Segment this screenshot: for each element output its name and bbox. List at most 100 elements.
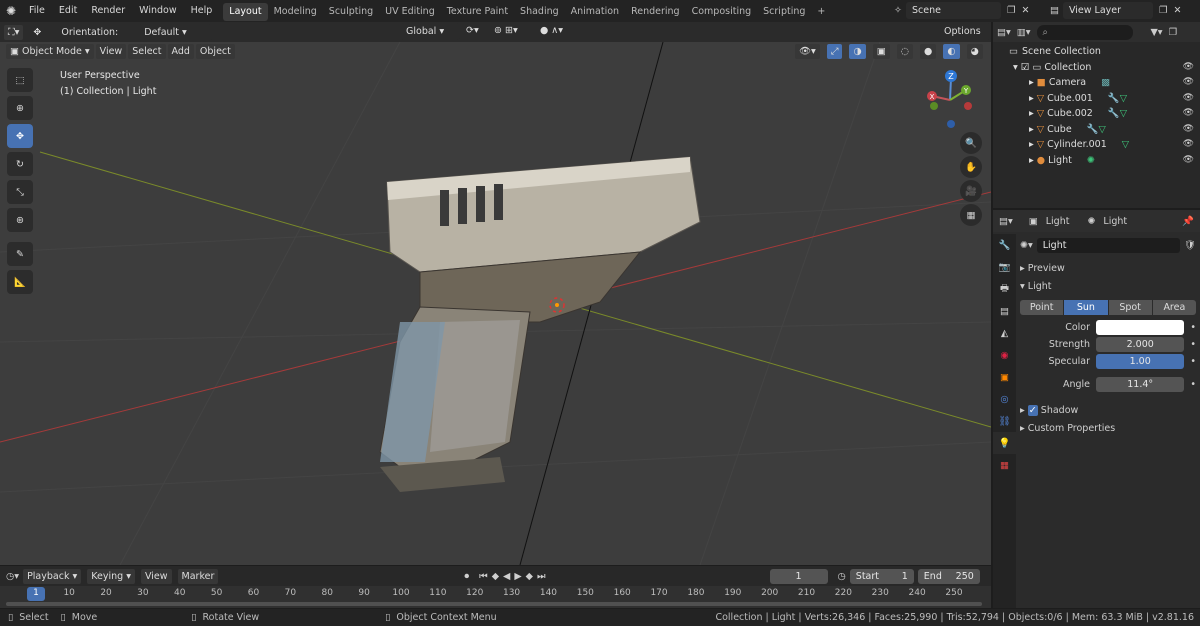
- rotate-tool[interactable]: ↻: [7, 152, 33, 176]
- tab-compositing[interactable]: Compositing: [686, 3, 758, 21]
- close-scene-icon[interactable]: ✕: [1022, 5, 1030, 16]
- tab-uv-editing[interactable]: UV Editing: [379, 3, 441, 21]
- menu-edit[interactable]: Edit: [52, 0, 84, 22]
- menu-timeline-view[interactable]: View: [140, 568, 172, 584]
- orientation-dropdown[interactable]: Default ▾: [138, 23, 213, 41]
- panel-shadow[interactable]: ▸ ✓ Shadow: [1020, 402, 1196, 420]
- properties-editor-icon[interactable]: ▤▾: [999, 216, 1013, 227]
- add-workspace-button[interactable]: +: [811, 3, 831, 21]
- tab-animation[interactable]: Animation: [565, 3, 625, 21]
- color-swatch[interactable]: [1096, 320, 1185, 335]
- shadow-checkbox-icon[interactable]: ✓: [1027, 405, 1038, 416]
- copy-view-layer-icon[interactable]: ❐: [1159, 5, 1168, 16]
- tab-constraints[interactable]: ⛓: [993, 410, 1016, 432]
- tab-sculpting[interactable]: Sculpting: [323, 3, 379, 21]
- overlay-toggle-icon[interactable]: ◑: [849, 44, 866, 59]
- play-reverse-button[interactable]: ◀: [503, 571, 510, 582]
- outliner-search[interactable]: ⌕: [1036, 24, 1133, 40]
- scale-tool[interactable]: ⤡: [7, 180, 33, 204]
- editor-type-icon[interactable]: ⛶▾: [4, 24, 24, 40]
- menu-playback[interactable]: Playback ▾: [23, 568, 82, 584]
- camera-view-button[interactable]: 🎥: [960, 180, 982, 202]
- outliner-item-cube-001[interactable]: ▸ ▽ Cube.001 🔧▽ 👁: [993, 91, 1200, 107]
- keyframe-dot-icon[interactable]: •: [1190, 322, 1196, 333]
- light-type-icon[interactable]: ✺▾: [1020, 240, 1033, 251]
- copy-scene-icon[interactable]: ❐: [1007, 5, 1016, 16]
- light-type-point[interactable]: Point: [1020, 300, 1064, 315]
- visibility-icon[interactable]: 👁▾: [795, 44, 820, 59]
- eye-icon[interactable]: 👁: [1183, 91, 1194, 107]
- scene-field[interactable]: Scene: [905, 2, 1001, 19]
- tab-tool[interactable]: 🔧: [993, 234, 1016, 256]
- panel-custom-properties[interactable]: ▸ Custom Properties: [1020, 420, 1196, 438]
- tab-scene[interactable]: ◭: [993, 322, 1016, 344]
- cursor-tool[interactable]: ⊕: [7, 96, 33, 120]
- tab-shading[interactable]: Shading: [514, 3, 565, 21]
- blender-logo-icon[interactable]: ✺: [0, 4, 22, 18]
- light-type-spot[interactable]: Spot: [1108, 300, 1152, 315]
- collection-checkbox-icon[interactable]: ☑: [1021, 62, 1030, 73]
- tab-view-layer[interactable]: ▤: [993, 300, 1016, 322]
- zoom-view-button[interactable]: 🔍: [960, 132, 982, 154]
- view-layer-selector[interactable]: ▤ View Layer ❐ ✕: [1050, 2, 1181, 19]
- snap-icon[interactable]: ⊚ ⊞▾: [494, 25, 518, 36]
- scene-collection-row[interactable]: ▭ Scene Collection: [993, 44, 1200, 60]
- current-frame-field[interactable]: 1: [769, 568, 828, 584]
- keyframe-dot-icon[interactable]: •: [1190, 339, 1196, 350]
- tab-object[interactable]: ▣: [993, 366, 1016, 388]
- jump-end-button[interactable]: ⏭: [537, 571, 546, 582]
- transform-tool[interactable]: ⊛: [7, 208, 33, 232]
- menu-window[interactable]: Window: [132, 0, 183, 22]
- outliner-item-cube[interactable]: ▸ ▽ Cube 🔧▽ 👁: [993, 122, 1200, 138]
- shading-wireframe-icon[interactable]: ◌: [896, 44, 914, 59]
- end-frame-field[interactable]: End 250: [917, 568, 980, 584]
- pistol-model[interactable]: [379, 156, 701, 492]
- pivot-icon[interactable]: ⟳▾: [466, 25, 479, 36]
- transform-orientation-dropdown[interactable]: Global ▾: [400, 23, 460, 40]
- angle-field[interactable]: 11.4°: [1096, 377, 1185, 392]
- outliner-item-cylinder-001[interactable]: ▸ ▽ Cylinder.001 ▽ 👁: [993, 137, 1200, 153]
- light-type-sun[interactable]: Sun: [1064, 300, 1108, 315]
- eye-icon[interactable]: 👁: [1183, 60, 1194, 76]
- mode-dropdown[interactable]: ▣ Object Mode ▾: [6, 44, 94, 59]
- menu-marker[interactable]: Marker: [177, 568, 219, 584]
- tab-texture-paint[interactable]: Texture Paint: [441, 3, 514, 21]
- keyframe-dot-icon[interactable]: •: [1190, 379, 1196, 390]
- gizmo-toggle-icon[interactable]: ⤢: [826, 44, 843, 59]
- menu-view[interactable]: View: [95, 44, 127, 59]
- tab-modeling[interactable]: Modeling: [268, 3, 323, 21]
- outliner-item-light[interactable]: ▸ ● Light ✺ 👁: [993, 153, 1200, 169]
- eye-icon[interactable]: 👁: [1183, 137, 1194, 153]
- navigation-gizmo[interactable]: Z Y X: [920, 68, 980, 128]
- view-layer-field[interactable]: View Layer: [1062, 2, 1153, 19]
- tab-object-data[interactable]: 💡: [993, 432, 1016, 454]
- gizmo-neg-y[interactable]: [930, 102, 938, 110]
- datablock-name-field[interactable]: Light: [1036, 237, 1180, 253]
- play-button[interactable]: ▶: [514, 571, 521, 582]
- panel-preview[interactable]: ▸ Preview: [1020, 260, 1196, 278]
- transform-icon[interactable]: ✥: [33, 27, 41, 38]
- tab-world[interactable]: ◉: [993, 344, 1016, 366]
- panel-light[interactable]: ▾ Light: [1020, 278, 1196, 296]
- move-tool[interactable]: ✥: [7, 124, 33, 148]
- tab-texture[interactable]: ▦: [993, 454, 1016, 476]
- outliner-item-cube-002[interactable]: ▸ ▽ Cube.002 🔧▽ 👁: [993, 106, 1200, 122]
- shading-rendered-icon[interactable]: ◕: [966, 44, 983, 59]
- viewport-3d[interactable]: ⛶▾ ✥ Orientation: Default ▾ Global ▾ ⟳▾ …: [0, 22, 991, 565]
- eye-icon[interactable]: 👁: [1183, 75, 1194, 91]
- pan-view-button[interactable]: ✋: [960, 156, 982, 178]
- menu-file[interactable]: File: [22, 0, 52, 22]
- fake-user-icon[interactable]: 🛡: [1184, 240, 1196, 251]
- keyframe-dot-icon[interactable]: •: [1190, 356, 1196, 367]
- outliner-item-collection[interactable]: ▾ ☑ ▭ Collection 👁: [993, 60, 1200, 76]
- tab-scripting[interactable]: Scripting: [757, 3, 811, 21]
- annotate-tool[interactable]: ✎: [7, 242, 33, 266]
- menu-object[interactable]: Object: [195, 44, 235, 59]
- timeline-editor-icon[interactable]: ◷▾: [6, 571, 19, 582]
- start-frame-field[interactable]: Start 1: [849, 568, 914, 584]
- eye-icon[interactable]: 👁: [1183, 153, 1194, 169]
- specular-slider[interactable]: 1.00: [1096, 354, 1185, 369]
- tab-physics[interactable]: ◎: [993, 388, 1016, 410]
- outliner-item-camera[interactable]: ▸ ■ Camera ▩ 👁: [993, 75, 1200, 91]
- display-mode-icon[interactable]: ▥▾: [1017, 27, 1031, 38]
